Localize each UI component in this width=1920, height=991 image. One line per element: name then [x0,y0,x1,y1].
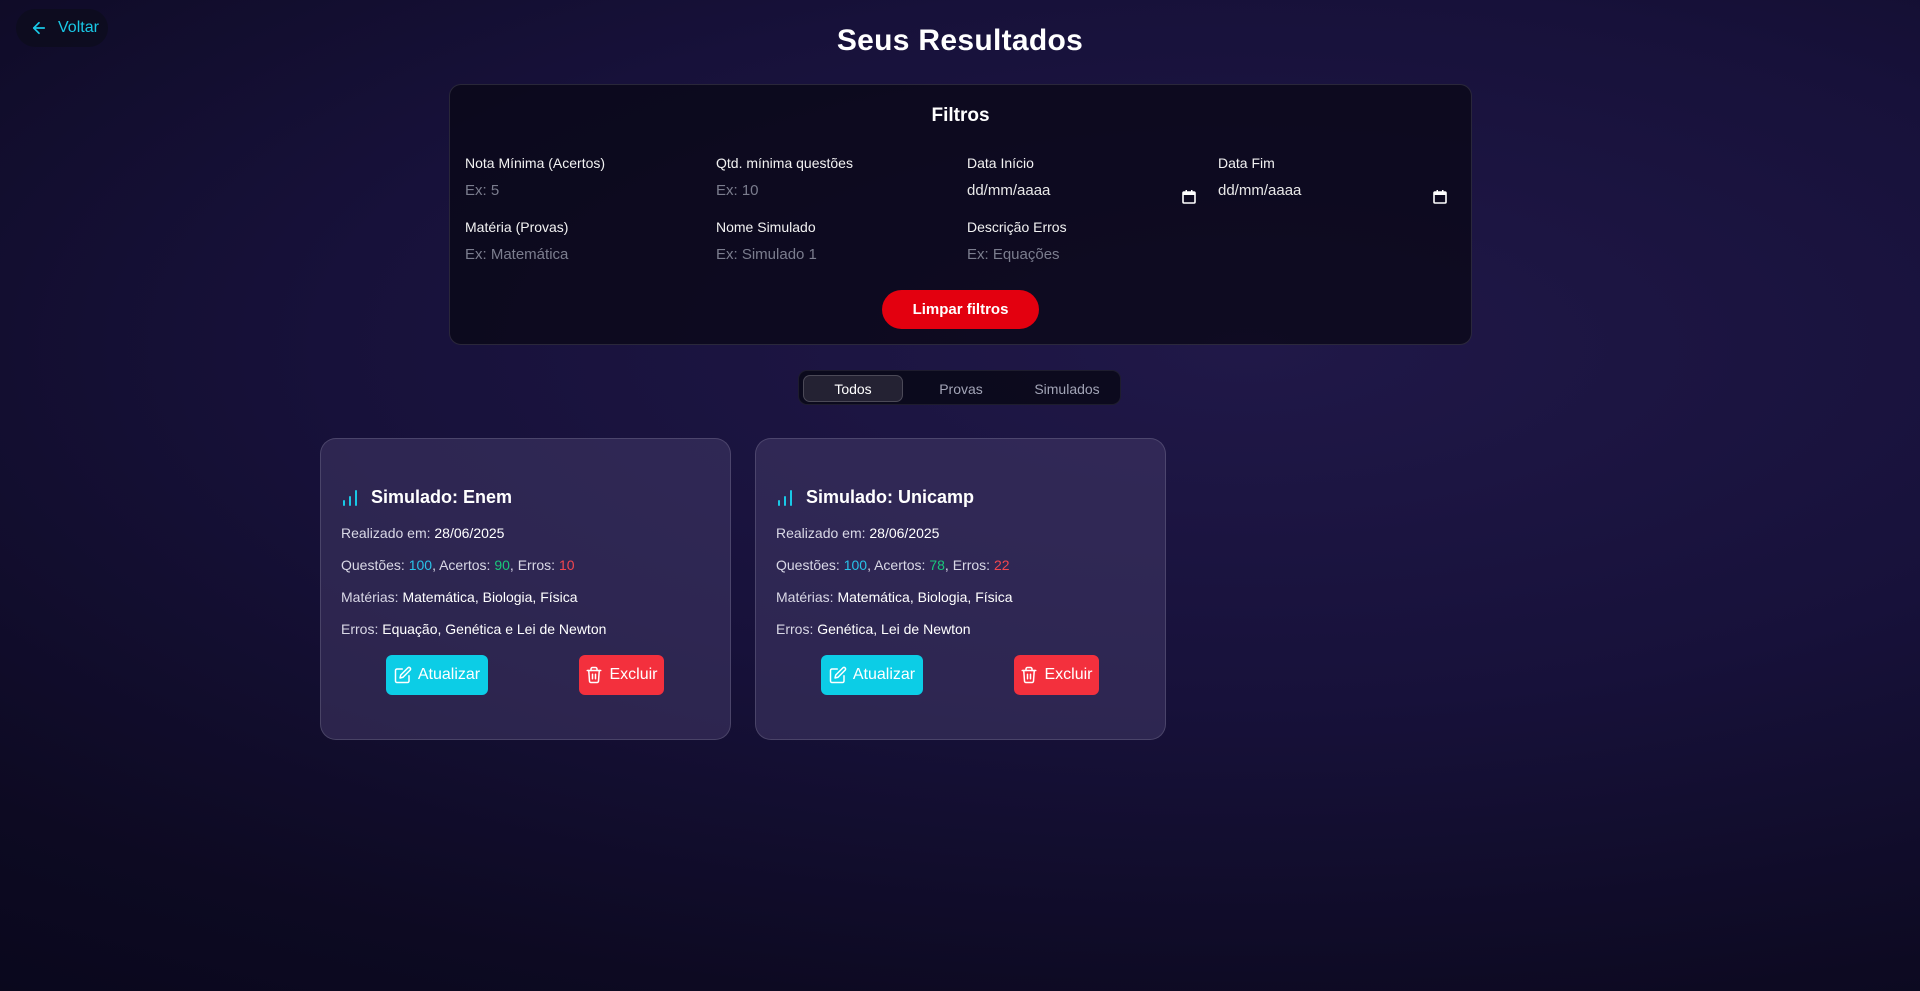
delete-label: Excluir [609,666,658,683]
card-title: Simulado: Unicamp [776,487,974,508]
card-mistakes: Equação, Genética e Lei de Newton [382,621,607,637]
card-subjects-row: Matérias: Matemática, Biologia, Física [341,589,578,605]
card-questions-label: Questões: [776,557,840,573]
filter-start-date-input[interactable]: dd/mm/aaaa [967,182,1197,202]
filter-min-questions-label: Qtd. mínima questões [716,155,853,171]
card-date-label: Realizado em: [776,525,866,541]
tab-provas[interactable]: Provas [911,375,1011,402]
card-subjects: Matemática, Biologia, Física [402,589,578,605]
card-questions-label: Questões: [341,557,405,573]
card-date-label: Realizado em: [341,525,431,541]
card-hits: 90 [494,557,510,573]
card-title-text: Simulado: Unicamp [806,487,975,507]
card-errors: 10 [558,557,575,573]
card-hits-label: Acertos: [874,557,926,573]
filter-subject-input[interactable]: Ex: Matemática [465,246,695,266]
filter-errors-desc: Descrição Erros Ex: Equações [967,219,1197,266]
filter-errors-desc-input[interactable]: Ex: Equações [967,246,1197,266]
filter-min-score-input[interactable]: Ex: 5 [465,182,695,202]
update-label: Atualizar [852,666,916,683]
card-errors-label: Erros: [952,557,991,573]
filter-sim-name-label: Nome Simulado [716,219,816,235]
filter-sim-name: Nome Simulado Ex: Simulado 1 [716,219,946,266]
card-hits-label: Acertos: [439,557,491,573]
page-title: Seus Resultados [836,24,1084,57]
result-card: Simulado: Unicamp Realizado em: 28/06/20… [755,438,1166,740]
card-mistakes: Genética, Lei de Newton [817,621,971,637]
clear-filters-button[interactable]: Limpar filtros [882,290,1039,329]
card-stats-row: Questões: 100, Acertos: 78, Erros: 22 [776,557,1010,573]
filter-subject: Matéria (Provas) Ex: Matemática [465,219,695,266]
card-questions: 100 [408,557,433,573]
card-mistakes-row: Erros: Genética, Lei de Newton [776,621,971,637]
delete-label: Excluir [1044,666,1093,683]
filter-end-date-input[interactable]: dd/mm/aaaa [1218,182,1448,202]
filter-min-questions: Qtd. mínima questões Ex: 10 [716,155,946,202]
card-stats-row: Questões: 100, Acertos: 90, Erros: 10 [341,557,575,573]
tab-simulados[interactable]: Simulados [1017,375,1117,402]
filter-min-score-label: Nota Mínima (Acertos) [465,155,606,171]
tab-todos[interactable]: Todos [803,375,903,402]
filters-title: Filtros [931,105,990,126]
bar-chart-icon [343,489,357,506]
card-subjects: Matemática, Biologia, Física [837,589,1013,605]
card-subjects-label: Matérias: [776,589,834,605]
trash-icon [1021,666,1037,684]
card-date: 28/06/2025 [434,525,505,541]
trash-icon [586,666,602,684]
card-errors: 22 [993,557,1010,573]
filter-start-date-label: Data Início [967,155,1034,171]
filter-sim-name-input[interactable]: Ex: Simulado 1 [716,246,946,266]
filter-end-date-label: Data Fim [1218,155,1275,171]
filter-start-date: Data Início dd/mm/aaaa [967,155,1197,205]
filter-end-date: Data Fim dd/mm/aaaa [1218,155,1448,205]
card-subjects-label: Matérias: [341,589,399,605]
result-card: Simulado: Enem Realizado em: 28/06/2025 … [320,438,731,740]
delete-button[interactable]: Excluir [579,655,664,695]
calendar-icon[interactable] [1181,189,1197,205]
card-subjects-row: Matérias: Matemática, Biologia, Física [776,589,1013,605]
bar-chart-icon [778,489,792,506]
calendar-icon[interactable] [1432,189,1448,205]
edit-icon [829,666,847,684]
card-mistakes-label: Erros: [341,621,379,637]
delete-button[interactable]: Excluir [1014,655,1099,695]
filter-min-questions-input[interactable]: Ex: 10 [716,182,946,202]
card-errors-label: Erros: [517,557,556,573]
filter-errors-desc-label: Descrição Erros [967,219,1067,235]
update-button[interactable]: Atualizar [386,655,488,695]
filter-min-score: Nota Mínima (Acertos) Ex: 5 [465,155,695,202]
update-button[interactable]: Atualizar [821,655,923,695]
card-date-row: Realizado em: 28/06/2025 [776,525,939,541]
edit-icon [394,666,412,684]
card-questions: 100 [843,557,868,573]
filters-panel: Filtros Nota Mínima (Acertos) Ex: 5 Qtd.… [449,84,1472,345]
card-date-row: Realizado em: 28/06/2025 [341,525,504,541]
card-mistakes-row: Erros: Equação, Genética e Lei de Newton [341,621,606,637]
result-type-tabs: Todos Provas Simulados [798,370,1121,405]
card-hits: 78 [929,557,945,573]
update-label: Atualizar [417,666,481,683]
filter-subject-label: Matéria (Provas) [465,219,569,235]
card-title-text: Simulado: Enem [371,487,513,507]
card-title: Simulado: Enem [341,487,512,508]
card-mistakes-label: Erros: [776,621,814,637]
card-date: 28/06/2025 [869,525,940,541]
